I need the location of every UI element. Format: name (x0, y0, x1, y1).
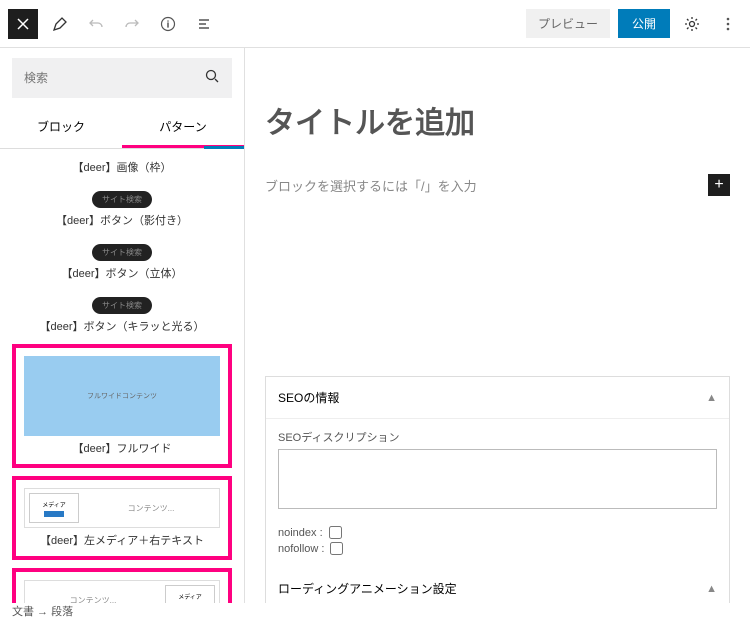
search-icon (204, 68, 220, 89)
pattern-label: 【deer】フルワイド (24, 440, 220, 456)
content-ph: コンテンツ... (87, 503, 215, 514)
seo-heading: SEOの情報 (278, 389, 339, 406)
add-block-button[interactable]: + (708, 174, 730, 196)
chevron-up-icon: ▲ (706, 392, 717, 404)
block-appender: ブロックを選択するには「/」を入力 + (265, 174, 730, 196)
seo-panel-body: SEOディスクリプション noindex : nofollow : (266, 419, 729, 568)
inserter-tabs: ブロック パターン (0, 108, 244, 149)
more-icon[interactable] (714, 10, 742, 38)
seo-panel-toggle[interactable]: SEOの情報 ▲ (266, 377, 729, 419)
toolbar-right: プレビュー 公開 (526, 9, 742, 38)
loading-panel-toggle[interactable]: ローディングアニメーション設定 ▲ (266, 568, 729, 603)
close-button[interactable] (8, 9, 38, 39)
main-area: ブロック パターン 【deer】画像（枠） サイト検索 【deer】ボタン（影付… (0, 48, 750, 603)
outline-icon[interactable] (190, 10, 218, 38)
nofollow-checkbox[interactable] (330, 542, 343, 555)
search-box[interactable] (12, 58, 232, 98)
pattern-item[interactable]: 【deer】画像（枠） (0, 159, 244, 175)
undo-icon[interactable] (82, 10, 110, 38)
pattern-item[interactable]: サイト検索 【deer】ボタン（立体） (0, 238, 244, 281)
preview-button[interactable]: プレビュー (526, 9, 610, 38)
topbar: プレビュー 公開 (0, 0, 750, 48)
pattern-item[interactable]: サイト検索 【deer】ボタン（影付き） (0, 185, 244, 228)
button-preview: サイト検索 (92, 191, 152, 208)
chevron-up-icon: ▲ (706, 583, 717, 595)
pattern-label: 【deer】ボタン（影付き） (16, 212, 228, 228)
tab-patterns[interactable]: パターン (122, 108, 244, 148)
pattern-media-right[interactable]: コンテンツ... メディア 【deer】左テキスト＋右メディア (12, 568, 232, 603)
settings-icon[interactable] (678, 10, 706, 38)
highlighted-patterns: フルワイドコンテンツ 【deer】フルワイド メディア コンテンツ... 【de… (12, 344, 232, 603)
search-input[interactable] (24, 71, 204, 85)
inserter-sidebar: ブロック パターン 【deer】画像（枠） サイト検索 【deer】ボタン（影付… (0, 48, 245, 603)
search-wrap (0, 48, 244, 108)
seo-description-input[interactable] (278, 449, 717, 509)
tab-blocks[interactable]: ブロック (0, 108, 122, 148)
media-thumb: メディア (29, 493, 79, 523)
pattern-list[interactable]: 【deer】画像（枠） サイト検索 【deer】ボタン（影付き） サイト検索 【… (0, 149, 244, 603)
noindex-label: noindex : (278, 527, 323, 539)
button-preview: サイト検索 (92, 297, 152, 314)
fullwide-preview: フルワイドコンテンツ (24, 356, 220, 436)
pattern-media-left[interactable]: メディア コンテンツ... 【deer】左メディア＋右テキスト (12, 476, 232, 560)
redo-icon[interactable] (118, 10, 146, 38)
edit-icon[interactable] (46, 10, 74, 38)
media-thumb: メディア (165, 585, 215, 603)
media-preview: メディア コンテンツ... (24, 488, 220, 528)
pattern-label: 【deer】ボタン（キラッと光る） (16, 318, 228, 334)
seo-desc-label: SEOディスクリプション (278, 429, 717, 445)
pattern-label: 【deer】画像（枠） (16, 159, 228, 175)
editor-canvas[interactable]: タイトルを追加 ブロックを選択するには「/」を入力 + SEOの情報 ▲ SEO… (245, 48, 750, 603)
block-hint-text[interactable]: ブロックを選択するには「/」を入力 (265, 176, 477, 195)
info-icon[interactable] (154, 10, 182, 38)
post-title[interactable]: タイトルを追加 (265, 98, 730, 142)
pattern-fullwide[interactable]: フルワイドコンテンツ 【deer】フルワイド (12, 344, 232, 468)
button-preview: サイト検索 (92, 244, 152, 261)
block-breadcrumb[interactable]: 文書 → 段落 (12, 599, 73, 623)
pattern-label: 【deer】ボタン（立体） (16, 265, 228, 281)
pattern-label: 【deer】左メディア＋右テキスト (24, 532, 220, 548)
pattern-item[interactable]: サイト検索 【deer】ボタン（キラッと光る） (0, 291, 244, 334)
publish-button[interactable]: 公開 (618, 9, 670, 38)
loading-heading: ローディングアニメーション設定 (278, 580, 457, 597)
noindex-checkbox[interactable] (329, 526, 342, 539)
nofollow-label: nofollow : (278, 543, 324, 555)
meta-panels: SEOの情報 ▲ SEOディスクリプション noindex : nofollow… (265, 376, 730, 603)
toolbar-left (8, 9, 218, 39)
